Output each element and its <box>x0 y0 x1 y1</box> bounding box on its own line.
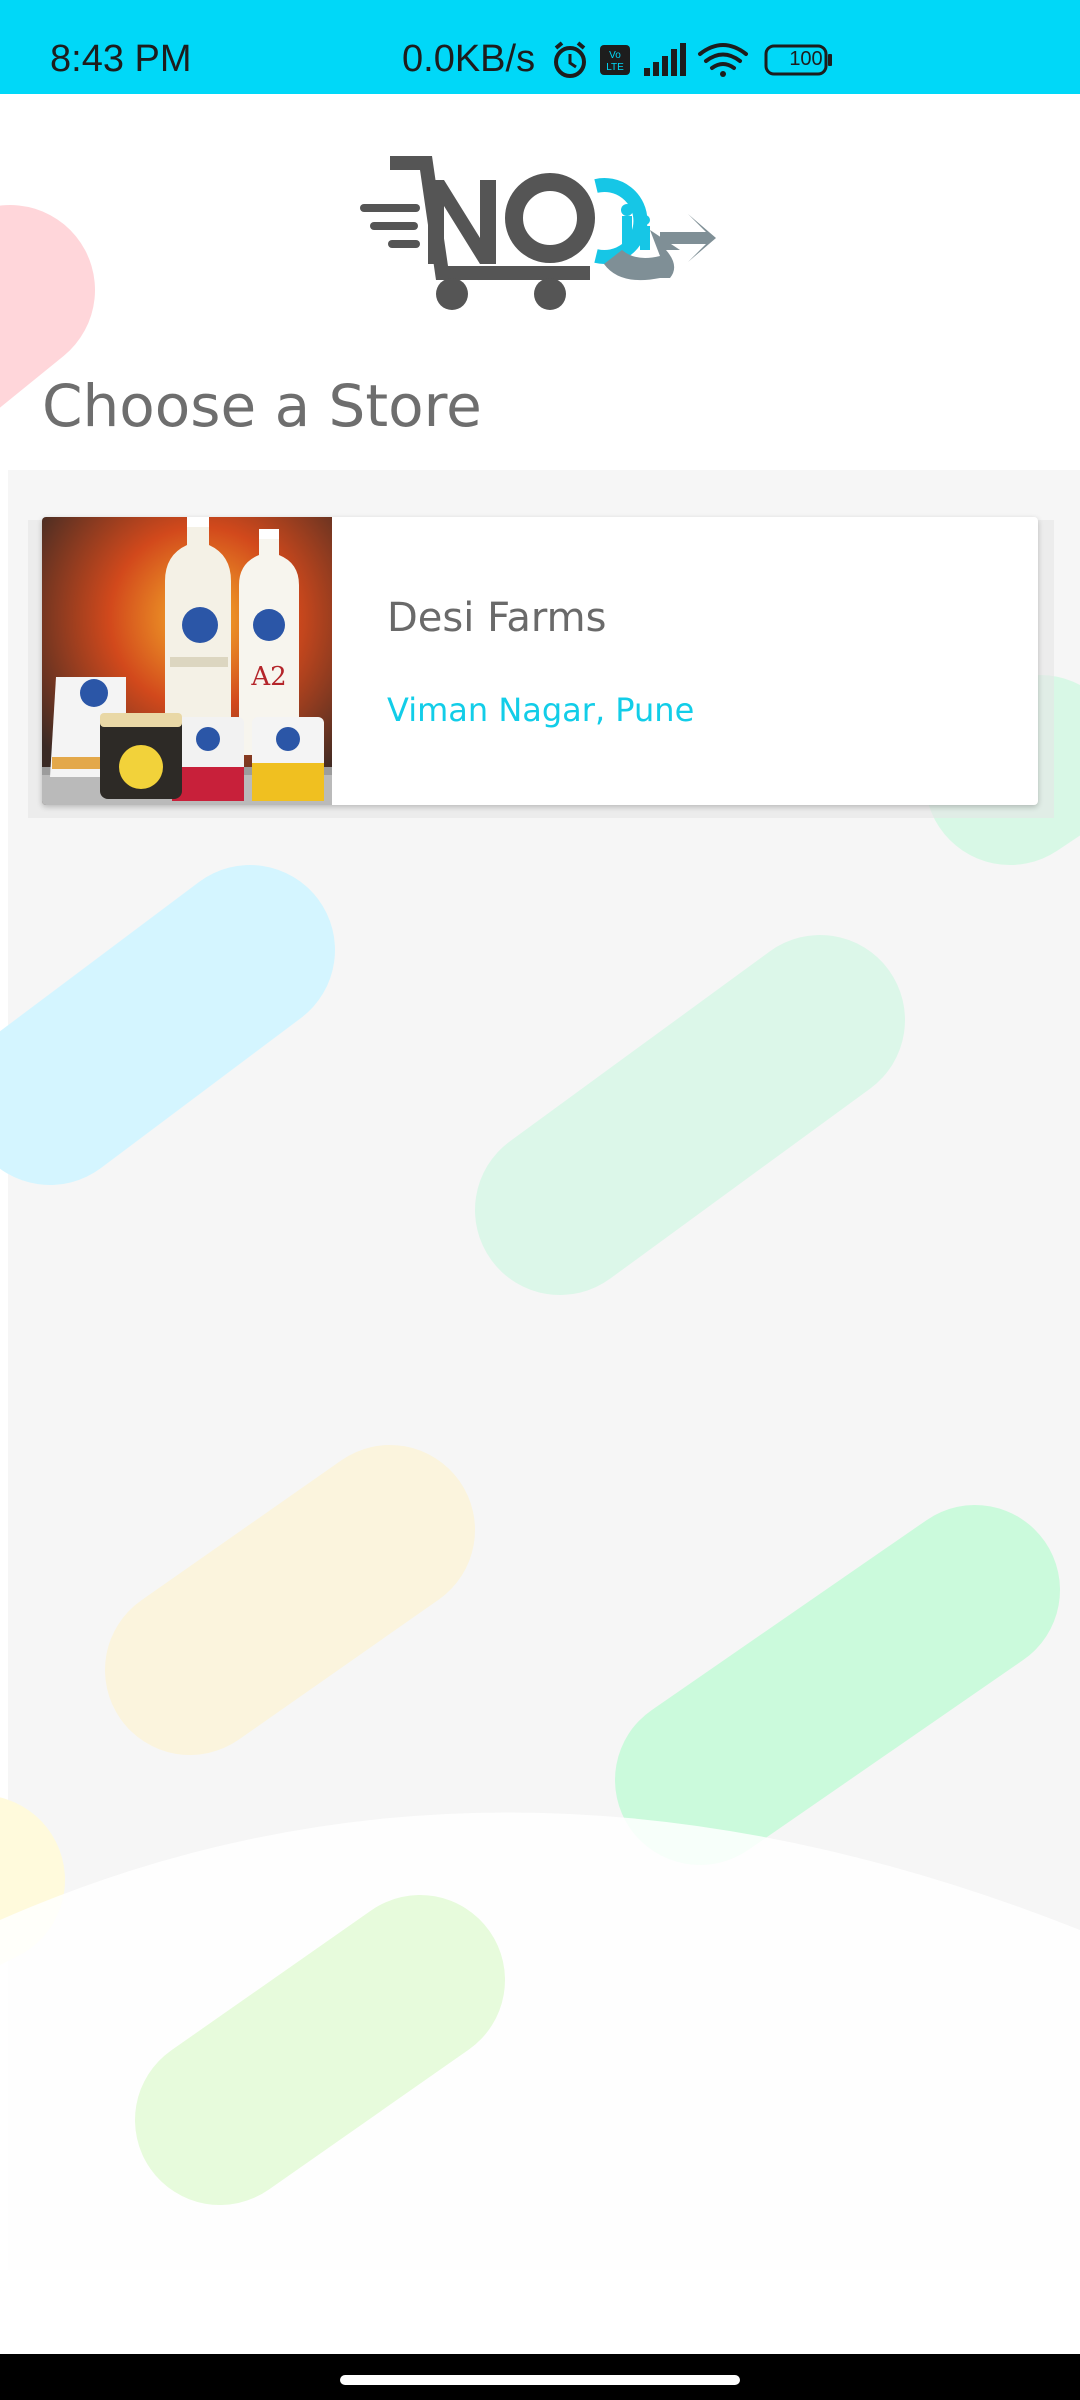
status-time: 8:43 PM <box>50 38 192 80</box>
store-location: Viman Nagar, Pune <box>387 691 695 729</box>
store-image: A2 <box>42 517 332 805</box>
alarm-icon <box>554 41 586 78</box>
page-title: Choose a Store <box>42 372 482 440</box>
svg-text:LTE: LTE <box>606 62 624 73</box>
network-speed: 0.0KB/s <box>402 38 536 80</box>
wifi-icon <box>698 43 748 77</box>
store-name: Desi Farms <box>387 595 607 641</box>
svg-text:Vo: Vo <box>609 50 621 61</box>
volte-icon: Vo LTE <box>600 45 630 75</box>
store-card-desi-farms[interactable]: A2 Desi Farms Viman Nagar, Pune <box>42 517 1038 805</box>
status-bar: 8:43 PM 0.0KB/s Vo LTE 100 <box>0 0 1080 94</box>
signal-icon <box>644 43 686 76</box>
noq-logo <box>360 156 716 310</box>
svg-text:A2: A2 <box>250 662 286 692</box>
battery-level: 100 <box>789 48 823 70</box>
home-indicator[interactable] <box>340 2375 740 2385</box>
